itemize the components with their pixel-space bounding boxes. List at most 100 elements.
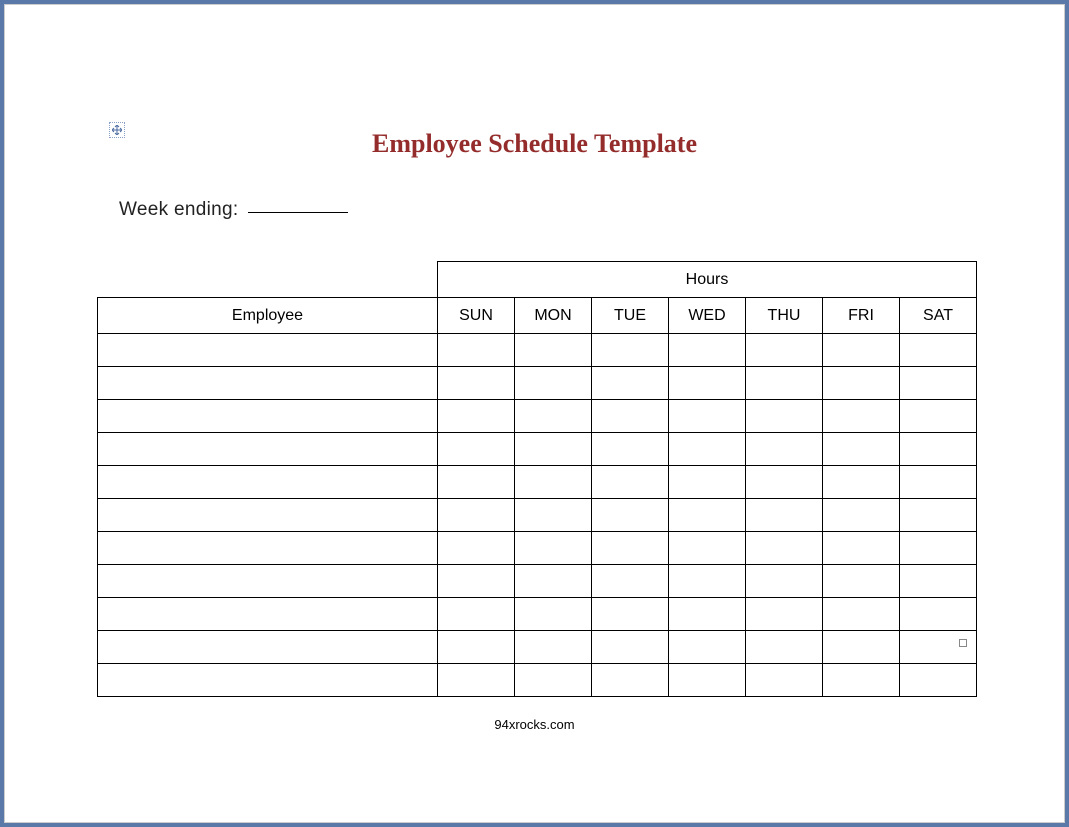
hours-cell[interactable] xyxy=(746,466,823,499)
hours-cell[interactable] xyxy=(823,334,900,367)
hours-cell[interactable] xyxy=(515,631,592,664)
hours-cell[interactable] xyxy=(746,598,823,631)
hours-cell[interactable] xyxy=(669,664,746,697)
employee-cell[interactable] xyxy=(98,565,438,598)
day-header-wed: WED xyxy=(669,298,746,334)
hours-cell[interactable] xyxy=(515,499,592,532)
hours-cell[interactable] xyxy=(746,400,823,433)
hours-cell[interactable] xyxy=(438,367,515,400)
hours-cell[interactable] xyxy=(900,598,977,631)
hours-cell[interactable] xyxy=(438,631,515,664)
hours-cell[interactable] xyxy=(438,598,515,631)
hours-cell[interactable] xyxy=(900,664,977,697)
hours-cell[interactable] xyxy=(515,664,592,697)
hours-cell[interactable] xyxy=(900,499,977,532)
hours-cell[interactable] xyxy=(746,565,823,598)
hours-cell[interactable] xyxy=(515,598,592,631)
hours-cell[interactable] xyxy=(438,466,515,499)
hours-cell[interactable] xyxy=(592,565,669,598)
hours-cell[interactable] xyxy=(592,367,669,400)
hours-cell[interactable] xyxy=(515,433,592,466)
hours-cell[interactable] xyxy=(900,367,977,400)
employee-cell[interactable] xyxy=(98,664,438,697)
hours-cell[interactable] xyxy=(592,433,669,466)
hours-cell[interactable] xyxy=(438,400,515,433)
hours-cell[interactable] xyxy=(592,664,669,697)
hours-cell[interactable] xyxy=(515,532,592,565)
hours-cell[interactable] xyxy=(823,499,900,532)
hours-cell[interactable] xyxy=(746,334,823,367)
day-header-tue: TUE xyxy=(592,298,669,334)
hours-cell[interactable] xyxy=(515,400,592,433)
hours-cell[interactable] xyxy=(592,400,669,433)
hours-cell[interactable] xyxy=(900,631,977,664)
employee-cell[interactable] xyxy=(98,598,438,631)
hours-cell[interactable] xyxy=(746,631,823,664)
employee-cell[interactable] xyxy=(98,532,438,565)
table-resize-handle-icon[interactable] xyxy=(959,639,967,647)
hours-cell[interactable] xyxy=(746,664,823,697)
hours-cell[interactable] xyxy=(746,532,823,565)
hours-cell[interactable] xyxy=(438,664,515,697)
hours-cell[interactable] xyxy=(438,334,515,367)
schedule-table[interactable]: HoursEmployeeSUNMONTUEWEDTHUFRISAT xyxy=(97,261,977,697)
day-header-mon: MON xyxy=(515,298,592,334)
hours-cell[interactable] xyxy=(823,532,900,565)
hours-cell[interactable] xyxy=(592,334,669,367)
hours-cell[interactable] xyxy=(515,334,592,367)
hours-cell[interactable] xyxy=(438,433,515,466)
hours-cell[interactable] xyxy=(823,664,900,697)
hours-cell[interactable] xyxy=(438,532,515,565)
hours-cell[interactable] xyxy=(592,532,669,565)
hours-cell[interactable] xyxy=(515,466,592,499)
hours-cell[interactable] xyxy=(669,334,746,367)
hours-cell[interactable] xyxy=(669,400,746,433)
hours-cell[interactable] xyxy=(438,499,515,532)
hours-cell[interactable] xyxy=(515,367,592,400)
hours-cell[interactable] xyxy=(823,433,900,466)
hours-cell[interactable] xyxy=(669,532,746,565)
hours-cell[interactable] xyxy=(669,631,746,664)
hours-cell[interactable] xyxy=(515,565,592,598)
hours-cell[interactable] xyxy=(669,433,746,466)
hours-cell[interactable] xyxy=(900,565,977,598)
hours-cell[interactable] xyxy=(823,367,900,400)
document-page: Employee Schedule Template Week ending: … xyxy=(4,4,1065,823)
week-ending-field[interactable]: Week ending: xyxy=(119,199,1005,221)
day-header-sun: SUN xyxy=(438,298,515,334)
hours-cell[interactable] xyxy=(900,532,977,565)
employee-cell[interactable] xyxy=(98,400,438,433)
hours-cell[interactable] xyxy=(823,400,900,433)
hours-cell[interactable] xyxy=(823,631,900,664)
hours-cell[interactable] xyxy=(669,565,746,598)
hours-cell[interactable] xyxy=(746,433,823,466)
hours-cell[interactable] xyxy=(900,400,977,433)
hours-cell[interactable] xyxy=(746,499,823,532)
hours-cell[interactable] xyxy=(746,367,823,400)
employee-cell[interactable] xyxy=(98,466,438,499)
hours-cell[interactable] xyxy=(669,499,746,532)
hours-cell[interactable] xyxy=(592,466,669,499)
employee-cell[interactable] xyxy=(98,433,438,466)
hours-cell[interactable] xyxy=(592,499,669,532)
table-anchor-icon[interactable] xyxy=(109,122,125,138)
week-ending-label: Week ending: xyxy=(119,199,238,220)
hours-cell[interactable] xyxy=(669,598,746,631)
employee-cell[interactable] xyxy=(98,499,438,532)
employee-cell[interactable] xyxy=(98,334,438,367)
hours-cell[interactable] xyxy=(823,565,900,598)
employee-cell[interactable] xyxy=(98,367,438,400)
table-corner-blank xyxy=(98,262,438,298)
hours-cell[interactable] xyxy=(592,631,669,664)
hours-cell[interactable] xyxy=(823,466,900,499)
hours-cell[interactable] xyxy=(900,334,977,367)
hours-cell[interactable] xyxy=(669,466,746,499)
week-ending-blank-line[interactable] xyxy=(248,212,348,213)
hours-cell[interactable] xyxy=(438,565,515,598)
employee-cell[interactable] xyxy=(98,631,438,664)
hours-cell[interactable] xyxy=(900,466,977,499)
hours-cell[interactable] xyxy=(669,367,746,400)
hours-cell[interactable] xyxy=(900,433,977,466)
hours-cell[interactable] xyxy=(823,598,900,631)
hours-cell[interactable] xyxy=(592,598,669,631)
